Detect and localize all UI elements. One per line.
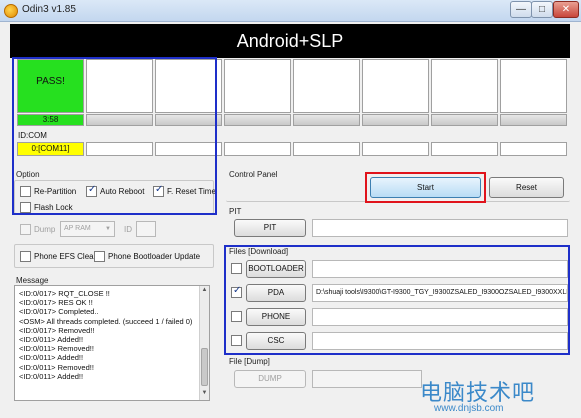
port-status-3 (155, 59, 222, 113)
close-button[interactable]: ✕ (553, 1, 579, 18)
f-reset-time-label: F. Reset Time (167, 187, 216, 196)
app-icon (4, 4, 18, 18)
scroll-thumb[interactable] (201, 348, 208, 386)
progress-bar-8 (500, 114, 567, 126)
port-status-7 (431, 59, 498, 113)
pda-checkbox[interactable] (231, 285, 242, 298)
title-bar: Odin3 v1.85 — □ ✕ (0, 0, 581, 22)
scroll-down-icon[interactable]: ▼ (201, 390, 208, 399)
message-lines: <ID:0/017> RQT_CLOSE !! <ID:0/017> RES OK… (19, 289, 192, 381)
progress-label: 3:58 (42, 115, 59, 124)
dump-path-field[interactable] (312, 370, 422, 388)
progress-bar-7 (431, 114, 498, 126)
dump-label: Dump (34, 225, 56, 234)
scroll-up-icon[interactable]: ▲ (201, 287, 208, 296)
port-status-1: PASS! (17, 59, 84, 113)
dump-select-value: AP RAM (64, 225, 91, 232)
port-status-6 (362, 59, 429, 113)
progress-bar-6 (362, 114, 429, 126)
pda-button[interactable]: PDA (246, 284, 306, 302)
reset-button[interactable]: Reset (489, 177, 564, 198)
watermark-url: www.dnjsb.com (434, 403, 504, 414)
message-line: <ID:0/011> Added!! (19, 371, 84, 381)
pit-path-field[interactable] (312, 219, 568, 237)
maximize-button[interactable]: □ (531, 1, 553, 18)
progress-bar-3 (155, 114, 222, 126)
id-com-label: ID:COM (18, 131, 47, 140)
com-port-4 (224, 142, 291, 156)
com-port-7 (431, 142, 498, 156)
dump-checkbox[interactable] (20, 224, 31, 235)
phone-efs-clear-checkbox[interactable] (20, 251, 31, 262)
minimize-button[interactable]: — (510, 1, 532, 18)
message-title: Message (16, 276, 49, 285)
odin-window: Odin3 v1.85 — □ ✕ Android+SLP PASS! 3:58… (0, 0, 581, 418)
com-port-5 (293, 142, 360, 156)
bootloader-path-field[interactable] (312, 260, 568, 278)
dump-id-label: ID (124, 225, 132, 234)
f-reset-time-checkbox[interactable] (153, 184, 164, 197)
message-line: <ID:0/017> Completed.. (19, 307, 99, 317)
port-status-4 (224, 59, 291, 113)
message-line: <ID:0/017> RQT_CLOSE !! (19, 289, 110, 298)
auto-reboot-label: Auto Reboot (100, 187, 145, 196)
csc-checkbox[interactable] (231, 335, 242, 346)
port-status-2 (86, 59, 153, 113)
pda-path-field[interactable]: D:\shuaji tools\I9300\GT-I9300_TGY_I9300… (312, 284, 568, 302)
dump-select[interactable]: AP RAM ▼ (60, 221, 115, 237)
files-download-title: Files [Download] (229, 247, 289, 256)
message-line: <OSM> All threads completed. (succeed 1 … (19, 316, 193, 326)
dump-id-field[interactable] (136, 221, 156, 237)
com-port-6 (362, 142, 429, 156)
re-partition-label: Re-Partition (34, 187, 77, 196)
bootloader-button[interactable]: BOOTLOADER (246, 260, 306, 278)
pit-title: PIT (229, 207, 242, 216)
watermark: 电脑技术吧 www.dnjsb.com (420, 375, 580, 417)
phone-bootloader-update-checkbox[interactable] (94, 251, 105, 262)
phone-bootloader-update-label: Phone Bootloader Update (108, 252, 201, 261)
control-panel-title: Control Panel (229, 170, 278, 179)
progress-bar-5 (293, 114, 360, 126)
port-status-label: PASS! (36, 76, 65, 87)
message-line: <ID:0/011> Removed!! (19, 344, 94, 354)
bootloader-checkbox[interactable] (231, 263, 242, 274)
port-status-8 (500, 59, 567, 113)
phone-path-field[interactable] (312, 308, 568, 326)
phone-checkbox[interactable] (231, 311, 242, 322)
message-scrollbar[interactable]: ▲ ▼ (199, 286, 209, 400)
progress-bar-1: 3:58 (17, 114, 84, 126)
re-partition-checkbox[interactable] (20, 186, 31, 197)
com-port-1: 0:[COM11] (17, 142, 84, 156)
csc-button[interactable]: CSC (246, 332, 306, 350)
auto-reboot-checkbox[interactable] (86, 184, 97, 197)
message-line: <ID:0/011> Added!! (19, 353, 84, 363)
com-port-8 (500, 142, 567, 156)
window-title: Odin3 v1.85 (22, 4, 76, 15)
message-line: <ID:0/017> RES OK !! (19, 298, 93, 308)
header-banner: Android+SLP (10, 24, 570, 58)
progress-bar-4 (224, 114, 291, 126)
message-line: <ID:0/011> Removed!! (19, 362, 94, 372)
phone-efs-clear-label: Phone EFS Clear (34, 252, 97, 261)
message-log[interactable]: <ID:0/017> RQT_CLOSE !! <ID:0/017> RES OK… (14, 285, 210, 401)
file-dump-title: File [Dump] (229, 357, 270, 366)
dump-button[interactable]: DUMP (234, 370, 306, 388)
com-port-3 (155, 142, 222, 156)
message-line: <ID:0/011> Added!! (19, 335, 84, 345)
com-port-2 (86, 142, 153, 156)
chevron-down-icon: ▼ (105, 226, 111, 232)
phone-button[interactable]: PHONE (246, 308, 306, 326)
pit-button[interactable]: PIT (234, 219, 306, 237)
flash-lock-label: Flash Lock (34, 203, 73, 212)
start-button[interactable]: Start (370, 177, 481, 198)
flash-lock-checkbox[interactable] (20, 202, 31, 213)
message-line: <ID:0/017> Removed!! (19, 325, 95, 335)
option-title: Option (16, 170, 40, 179)
port-status-5 (293, 59, 360, 113)
com-port-label: 0:[COM11] (31, 144, 70, 153)
csc-path-field[interactable] (312, 332, 568, 350)
progress-bar-2 (86, 114, 153, 126)
